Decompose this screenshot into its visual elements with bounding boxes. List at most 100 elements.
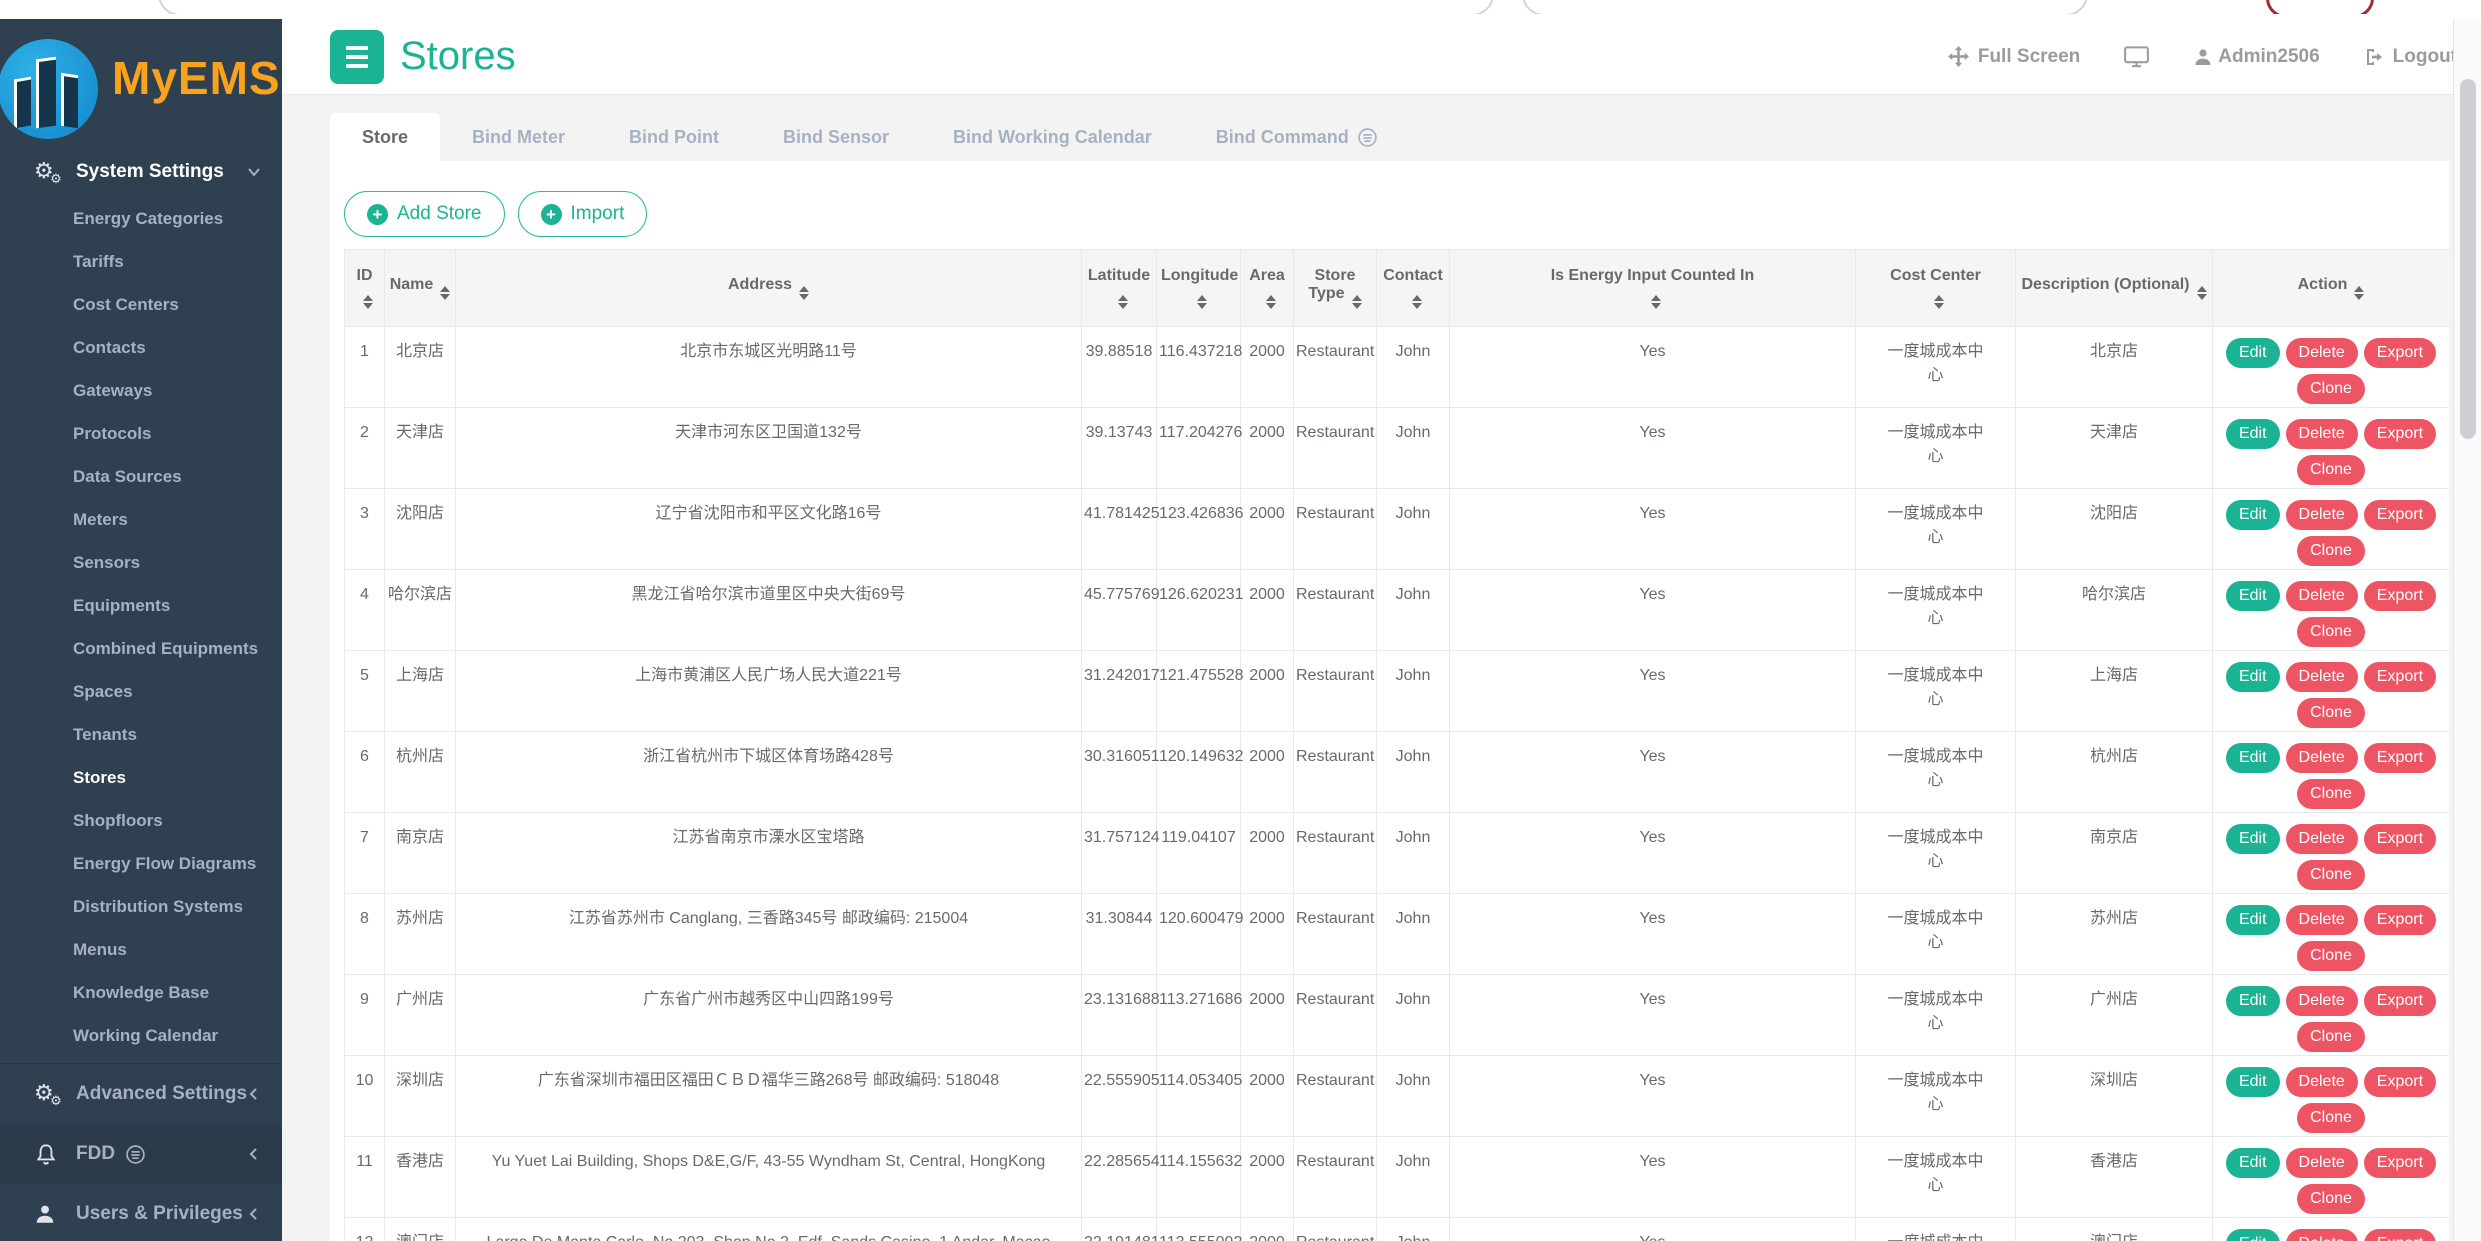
edit-button[interactable]: Edit [2226, 581, 2280, 611]
export-button[interactable]: Export [2364, 905, 2436, 935]
sidebar-item-cost-centers[interactable]: Cost Centers [0, 283, 282, 326]
delete-button[interactable]: Delete [2286, 743, 2358, 773]
clone-button[interactable]: Clone [2297, 1022, 2365, 1052]
edit-button[interactable]: Edit [2226, 1067, 2280, 1097]
export-button[interactable]: Export [2364, 986, 2436, 1016]
sidebar-item-energy-flow-diagrams[interactable]: Energy Flow Diagrams [0, 842, 282, 885]
column-header-description-optional[interactable]: Description (Optional) [2016, 250, 2213, 327]
column-header-address[interactable]: Address [456, 250, 1082, 327]
clone-button[interactable]: Clone [2297, 374, 2365, 404]
clone-button[interactable]: Clone [2297, 455, 2365, 485]
tab-bind-sensor[interactable]: Bind Sensor [751, 113, 921, 161]
column-header-id[interactable]: ID [345, 250, 385, 327]
sidebar-item-menus[interactable]: Menus [0, 928, 282, 971]
tab-bind-meter[interactable]: Bind Meter [440, 113, 597, 161]
export-button[interactable]: Export [2364, 500, 2436, 530]
edit-button[interactable]: Edit [2226, 419, 2280, 449]
delete-button[interactable]: Delete [2286, 1067, 2358, 1097]
sidebar-item-knowledge-base[interactable]: Knowledge Base [0, 971, 282, 1014]
delete-button[interactable]: Delete [2286, 1148, 2358, 1178]
logout-button[interactable]: Logout [2364, 46, 2457, 68]
scrollbar-thumb[interactable] [2460, 79, 2476, 439]
clone-button[interactable]: Clone [2297, 1184, 2365, 1214]
sidebar-item-sensors[interactable]: Sensors [0, 541, 282, 584]
sidebar-item-energy-categories[interactable]: Energy Categories [0, 197, 282, 240]
column-header-is-energy-input-counted-in[interactable]: Is Energy Input Counted In [1450, 250, 1856, 327]
column-header-area[interactable]: Area [1241, 250, 1294, 327]
sidebar-item-tariffs[interactable]: Tariffs [0, 240, 282, 283]
export-button[interactable]: Export [2364, 743, 2436, 773]
export-button[interactable]: Export [2364, 1067, 2436, 1097]
sidebar-item-stores[interactable]: Stores [0, 756, 282, 799]
sidebar-section-system-settings[interactable]: ⚙⚙ System Settings [0, 150, 282, 194]
edit-button[interactable]: Edit [2226, 824, 2280, 854]
edit-button[interactable]: Edit [2226, 905, 2280, 935]
clone-button[interactable]: Clone [2297, 779, 2365, 809]
delete-button[interactable]: Delete [2286, 824, 2358, 854]
vertical-scrollbar[interactable] [2453, 19, 2481, 1241]
sidebar-item-tenants[interactable]: Tenants [0, 713, 282, 756]
delete-button[interactable]: Delete [2286, 419, 2358, 449]
column-header-latitude[interactable]: Latitude [1082, 250, 1157, 327]
fullscreen-button[interactable]: Full Screen [1948, 46, 2080, 68]
sidebar-item-gateways[interactable]: Gateways [0, 369, 282, 412]
tab-store[interactable]: Store [330, 113, 440, 161]
delete-button[interactable]: Delete [2286, 581, 2358, 611]
sidebar-section-fdd[interactable]: FDD [0, 1124, 282, 1184]
column-header-store-type[interactable]: Store Type [1294, 250, 1377, 327]
clone-button[interactable]: Clone [2297, 941, 2365, 971]
edit-button[interactable]: Edit [2226, 338, 2280, 368]
edit-button[interactable]: Edit [2226, 1148, 2280, 1178]
sidebar-item-meters[interactable]: Meters [0, 498, 282, 541]
column-header-action[interactable]: Action [2213, 250, 2450, 327]
sidebar-item-working-calendar[interactable]: Working Calendar [0, 1014, 282, 1057]
tab-bind-command[interactable]: Bind Command [1184, 113, 1410, 161]
sidebar-section-advanced-settings[interactable]: ⚙⚙ Advanced Settings [0, 1063, 282, 1123]
sidebar-item-spaces[interactable]: Spaces [0, 670, 282, 713]
tab-bind-point[interactable]: Bind Point [597, 113, 751, 161]
sidebar-item-distribution-systems[interactable]: Distribution Systems [0, 885, 282, 928]
export-button[interactable]: Export [2364, 824, 2436, 854]
import-button[interactable]: + Import [518, 191, 648, 237]
edit-button[interactable]: Edit [2226, 986, 2280, 1016]
column-header-contact[interactable]: Contact [1377, 250, 1450, 327]
sidebar-section-users-privileges[interactable]: Users & Privileges [0, 1184, 282, 1241]
table-row: 2天津店天津市河东区卫国道132号39.13743117.2042762000R… [345, 408, 2450, 489]
edit-button[interactable]: Edit [2226, 743, 2280, 773]
export-button[interactable]: Export [2364, 419, 2436, 449]
delete-button[interactable]: Delete [2286, 986, 2358, 1016]
clone-button[interactable]: Clone [2297, 617, 2365, 647]
sidebar-item-contacts[interactable]: Contacts [0, 326, 282, 369]
column-header-longitude[interactable]: Longitude [1157, 250, 1241, 327]
sidebar-item-equipments[interactable]: Equipments [0, 584, 282, 627]
menu-toggle-button[interactable] [330, 30, 384, 84]
column-header-cost-center[interactable]: Cost Center [1856, 250, 2016, 327]
clone-button[interactable]: Clone [2297, 536, 2365, 566]
cell-longitude: 120.149632 [1157, 732, 1241, 813]
column-header-name[interactable]: Name [385, 250, 456, 327]
sidebar-item-data-sources[interactable]: Data Sources [0, 455, 282, 498]
monitor-button[interactable] [2124, 45, 2149, 68]
tab-bind-working-calendar[interactable]: Bind Working Calendar [921, 113, 1184, 161]
delete-button[interactable]: Delete [2286, 338, 2358, 368]
export-button[interactable]: Export [2364, 1229, 2436, 1241]
clone-button[interactable]: Clone [2297, 698, 2365, 728]
clone-button[interactable]: Clone [2297, 1103, 2365, 1133]
add-store-button[interactable]: + Add Store [344, 191, 505, 237]
export-button[interactable]: Export [2364, 1148, 2436, 1178]
export-button[interactable]: Export [2364, 338, 2436, 368]
clone-button[interactable]: Clone [2297, 860, 2365, 890]
user-menu[interactable]: Admin2506 [2193, 46, 2319, 68]
sidebar-item-protocols[interactable]: Protocols [0, 412, 282, 455]
delete-button[interactable]: Delete [2286, 500, 2358, 530]
sidebar-item-shopfloors[interactable]: Shopfloors [0, 799, 282, 842]
export-button[interactable]: Export [2364, 581, 2436, 611]
delete-button[interactable]: Delete [2286, 662, 2358, 692]
export-button[interactable]: Export [2364, 662, 2436, 692]
sidebar-item-combined-equipments[interactable]: Combined Equipments [0, 627, 282, 670]
edit-button[interactable]: Edit [2226, 662, 2280, 692]
delete-button[interactable]: Delete [2286, 905, 2358, 935]
edit-button[interactable]: Edit [2226, 1229, 2280, 1241]
edit-button[interactable]: Edit [2226, 500, 2280, 530]
delete-button[interactable]: Delete [2286, 1229, 2358, 1241]
